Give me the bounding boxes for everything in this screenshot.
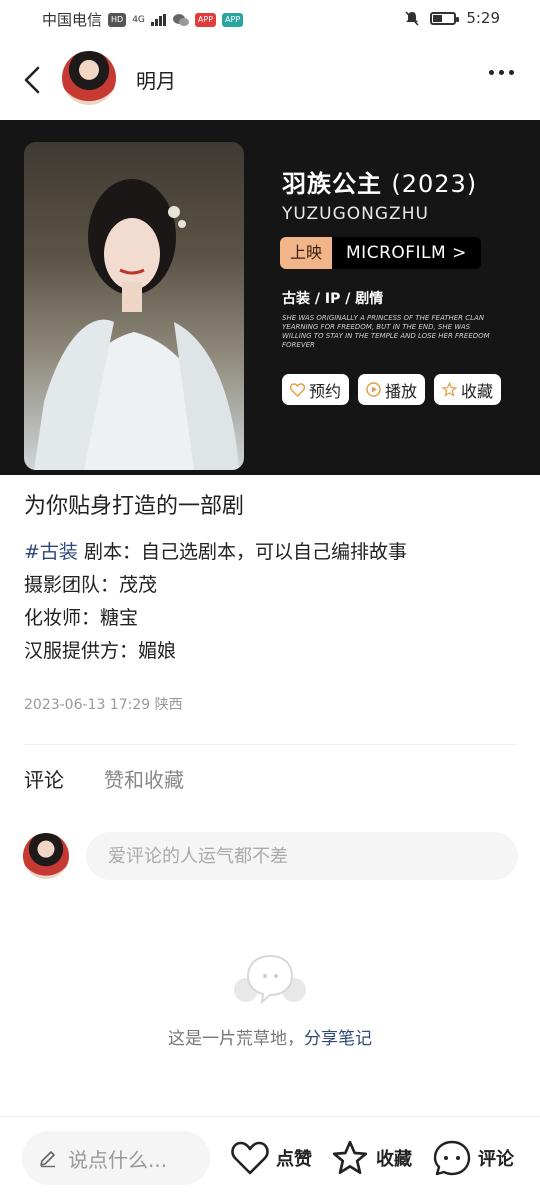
mute-bell-icon xyxy=(405,11,419,26)
comment-input[interactable] xyxy=(86,832,518,880)
my-avatar xyxy=(23,833,69,879)
poster-actions: 预约 播放 收藏 xyxy=(282,374,502,405)
note-line-script: #古装 剧本：自己选剧本，可以自己编排故事 xyxy=(24,537,407,564)
heart-icon xyxy=(290,382,305,397)
tab-comments[interactable]: 评论 xyxy=(24,764,64,793)
release-status: 上映 xyxy=(280,237,333,269)
network-label: 4G xyxy=(132,14,145,25)
comment-bar-label: 评论 xyxy=(478,1149,514,1170)
carrier-label: 中国电信 xyxy=(42,11,103,29)
signal-icon xyxy=(150,13,166,26)
poster-photo xyxy=(24,142,244,470)
heart-icon xyxy=(231,1141,269,1175)
film-year: (2023) xyxy=(391,170,478,198)
note-image[interactable]: 羽族公主 (2023) YUZUGONGZHU 上映 MICROFILM > 古… xyxy=(0,120,540,475)
post-meta: 2023-06-13 17:29 陕西 xyxy=(24,697,183,713)
clock-time: 5:29 xyxy=(466,9,500,27)
divider xyxy=(24,744,516,745)
film-tags: 古装 / IP / 剧情 xyxy=(282,291,384,307)
note-title: 为你贴身打造的一部剧 xyxy=(24,494,245,519)
collect-label: 收藏 xyxy=(461,381,494,401)
author-avatar[interactable] xyxy=(62,51,116,105)
play-button: 播放 xyxy=(358,374,426,405)
film-title-text: 羽族公主 xyxy=(282,170,382,198)
release-pill: 上映 MICROFILM > xyxy=(280,237,481,269)
battery-icon xyxy=(430,11,460,25)
collect-bar-button[interactable]: 收藏 xyxy=(330,1136,412,1180)
share-note-link[interactable]: 分享笔记 xyxy=(304,1029,372,1049)
reserve-label: 预约 xyxy=(309,381,342,401)
collect-button: 收藏 xyxy=(434,374,502,405)
actress-illustration xyxy=(34,179,239,470)
star-icon xyxy=(442,382,458,397)
hd-badge: HD xyxy=(108,12,127,27)
note-header: 明月 xyxy=(0,40,540,120)
wechat-icon xyxy=(172,13,189,26)
film-description: SHE WAS ORIGINALLY A PRINCESS OF THE FEA… xyxy=(282,314,490,349)
more-button[interactable] xyxy=(489,70,514,75)
reserve-button: 预约 xyxy=(282,374,350,405)
chat-icon xyxy=(433,1140,471,1176)
collect-bar-label: 收藏 xyxy=(376,1149,412,1170)
empty-state-message: 这是一片荒草地， xyxy=(168,1029,304,1049)
note-line-photographer: 摄影团队：茂茂 xyxy=(24,574,158,596)
tab-likes-collects[interactable]: 赞和收藏 xyxy=(104,764,184,793)
star-icon xyxy=(332,1140,368,1174)
note-script-text: 剧本：自己选剧本，可以自己编排故事 xyxy=(83,541,407,563)
film-type: MICROFILM > xyxy=(332,237,481,269)
comment-bar-button[interactable]: 评论 xyxy=(432,1136,514,1180)
say-placeholder: 说点什么... xyxy=(68,1147,168,1172)
film-pinyin: YUZUGONGZHU xyxy=(282,204,429,224)
empty-chat-icon xyxy=(234,954,306,1005)
bottom-divider xyxy=(0,1116,540,1117)
author-name[interactable]: 明月 xyxy=(136,65,176,94)
hashtag-link[interactable]: #古装 xyxy=(24,541,78,563)
app-badge-red: APP xyxy=(194,12,217,27)
like-label: 点赞 xyxy=(276,1149,312,1170)
say-something-input[interactable]: 说点什么... xyxy=(22,1131,210,1185)
note-line-makeup: 化妆师：糖宝 xyxy=(24,607,139,629)
play-icon xyxy=(366,382,381,397)
more-dots-icon xyxy=(489,70,494,75)
pencil-icon xyxy=(40,1151,55,1168)
back-button[interactable] xyxy=(14,60,50,100)
note-line-hanfu: 汉服提供方：媚娘 xyxy=(24,640,177,662)
film-title: 羽族公主 (2023) xyxy=(282,164,477,199)
back-arrow-icon xyxy=(24,66,40,94)
app-badge-teal: APP xyxy=(222,12,244,27)
like-button[interactable]: 点赞 xyxy=(230,1136,312,1180)
status-bar: 中国电信 HD 4G APP APP 5:29 xyxy=(0,0,540,36)
play-label: 播放 xyxy=(385,381,418,401)
empty-state-text: 这是一片荒草地，分享笔记 xyxy=(0,1024,540,1049)
